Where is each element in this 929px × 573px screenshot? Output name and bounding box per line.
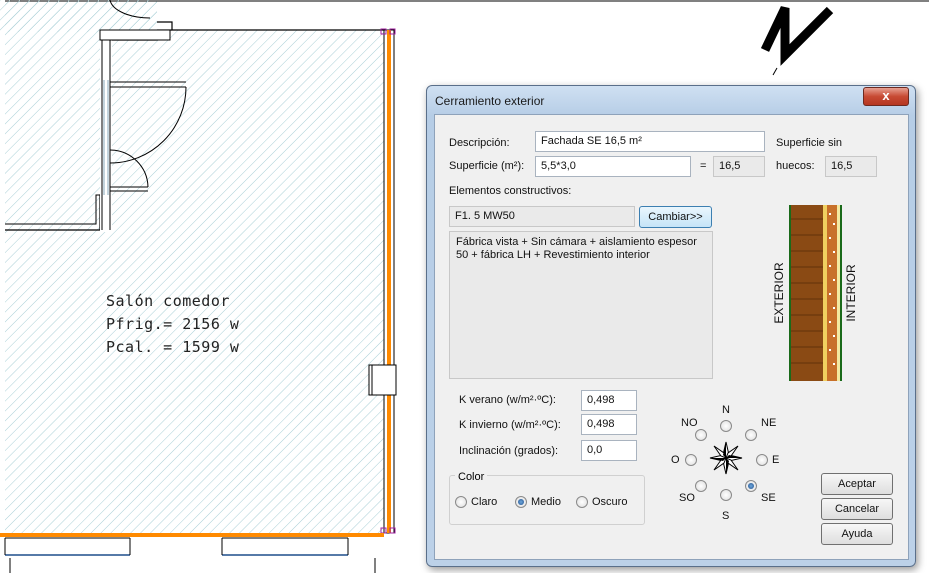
room-name-label: Salón comedor: [106, 292, 230, 310]
k-invierno-input[interactable]: 0,498: [581, 414, 637, 435]
orient-e-label: E: [772, 454, 780, 466]
room-hatch: [0, 0, 384, 533]
orient-o-label: O: [671, 454, 680, 466]
aceptar-button[interactable]: Aceptar: [821, 473, 893, 495]
orient-se-radio[interactable]: [745, 480, 757, 492]
dialog-title: Cerramiento exterior: [435, 94, 545, 108]
interior-label: INTERIOR: [844, 264, 858, 322]
orient-se-label: SE: [761, 492, 776, 504]
orient-n-label: N: [722, 404, 730, 416]
room-heating-power: Pcal. = 1599 w: [106, 338, 240, 356]
color-claro-radio[interactable]: [455, 496, 467, 508]
k-invierno-label: K invierno (w/m²·ºC):: [459, 419, 561, 431]
orient-ne-label: NE: [761, 417, 777, 429]
descripcion-input[interactable]: Fachada SE 16,5 m²: [535, 131, 765, 152]
superficie-label: Superficie (m²):: [449, 160, 525, 172]
sin-huecos-value: 16,5: [825, 156, 877, 177]
north-arrow-icon: [760, 6, 834, 76]
superficie-input[interactable]: 5,5*3,0: [535, 156, 691, 177]
orient-o-radio[interactable]: [685, 454, 697, 466]
elemento-description: Fábrica vista + Sin cámara + aislamiento…: [449, 231, 713, 379]
exterior-label: EXTERIOR: [772, 262, 786, 324]
color-oscuro-radio[interactable]: [576, 496, 588, 508]
cambiar-button[interactable]: Cambiar>>: [639, 206, 712, 228]
close-button[interactable]: x: [863, 87, 909, 106]
color-medio-label: Medio: [531, 496, 561, 508]
color-group-title: Color: [455, 471, 488, 483]
orient-so-radio[interactable]: [695, 480, 707, 492]
k-verano-input[interactable]: 0,498: [581, 390, 637, 411]
color-claro-label: Claro: [471, 496, 498, 508]
inclinacion-input[interactable]: 0,0: [581, 440, 637, 461]
color-oscuro-label: Oscuro: [592, 496, 628, 508]
superficie-result: 16,5: [713, 156, 765, 177]
elementos-label: Elementos constructivos:: [449, 185, 572, 197]
orient-so-label: SO: [679, 492, 695, 504]
ayuda-button[interactable]: Ayuda: [821, 523, 893, 545]
dialog-body: Descripción: Fachada SE 16,5 m² Superfic…: [434, 114, 909, 560]
orient-s-radio[interactable]: [720, 489, 732, 501]
orient-ne-radio[interactable]: [745, 429, 757, 441]
wall-section-diagram: EXTERIOR INTERIOR: [772, 205, 858, 381]
cancelar-button[interactable]: Cancelar: [821, 498, 893, 520]
sin-huecos-label-2: huecos:: [776, 160, 815, 172]
k-verano-label: K verano (w/m²·ºC):: [459, 394, 556, 406]
orient-no-label: NO: [681, 417, 698, 429]
cerramiento-dialog: Cerramiento exterior x Descripción: Fach…: [426, 85, 916, 567]
orient-no-radio[interactable]: [695, 429, 707, 441]
sin-huecos-label-1: Superficie sin: [776, 137, 843, 149]
room-cooling-power: Pfrig.= 2156 w: [106, 315, 240, 333]
inclinacion-label: Inclinación (grados):: [459, 445, 559, 457]
color-medio-radio[interactable]: [515, 496, 527, 508]
orient-n-radio[interactable]: [720, 420, 732, 432]
compass-rose-icon: [709, 441, 743, 475]
descripcion-label: Descripción:: [449, 137, 510, 149]
elemento-code-field: F1. 5 MW50: [449, 206, 635, 227]
wall-opening: [368, 364, 397, 396]
orient-e-radio[interactable]: [756, 454, 768, 466]
wall-top: [157, 21, 384, 31]
equals-sign: =: [700, 160, 707, 172]
orient-s-label: S: [722, 510, 730, 522]
